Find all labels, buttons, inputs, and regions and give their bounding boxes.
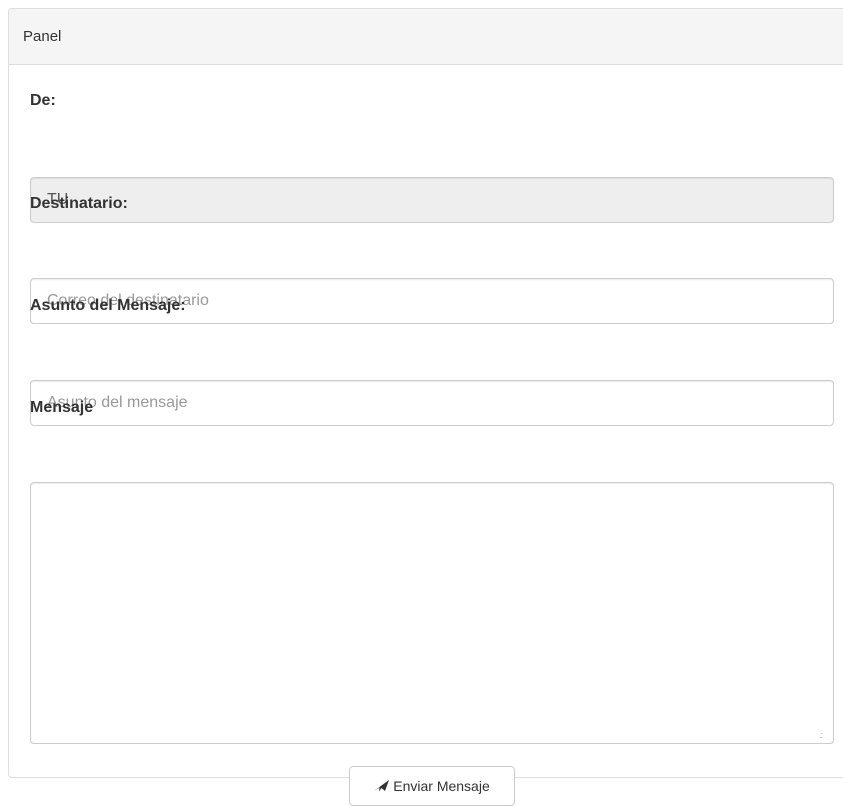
subject-input[interactable] — [30, 380, 834, 426]
panel: Panel De: Destinatario: Asunto del Mensa… — [8, 8, 843, 806]
send-message-button[interactable]: Enviar Mensaje — [349, 766, 515, 806]
from-field[interactable] — [30, 177, 834, 223]
panel-title: Panel — [23, 28, 62, 45]
message-textarea[interactable] — [30, 482, 834, 744]
message-label: Mensaje — [30, 399, 94, 416]
recipient-label: Destinatario: — [30, 195, 128, 212]
send-icon — [374, 780, 390, 792]
panel-heading: Panel — [9, 9, 843, 65]
from-label: De: — [30, 92, 56, 109]
subject-label: Asunto del Mensaje: — [30, 297, 186, 314]
send-button-label: Enviar Mensaje — [393, 778, 490, 794]
